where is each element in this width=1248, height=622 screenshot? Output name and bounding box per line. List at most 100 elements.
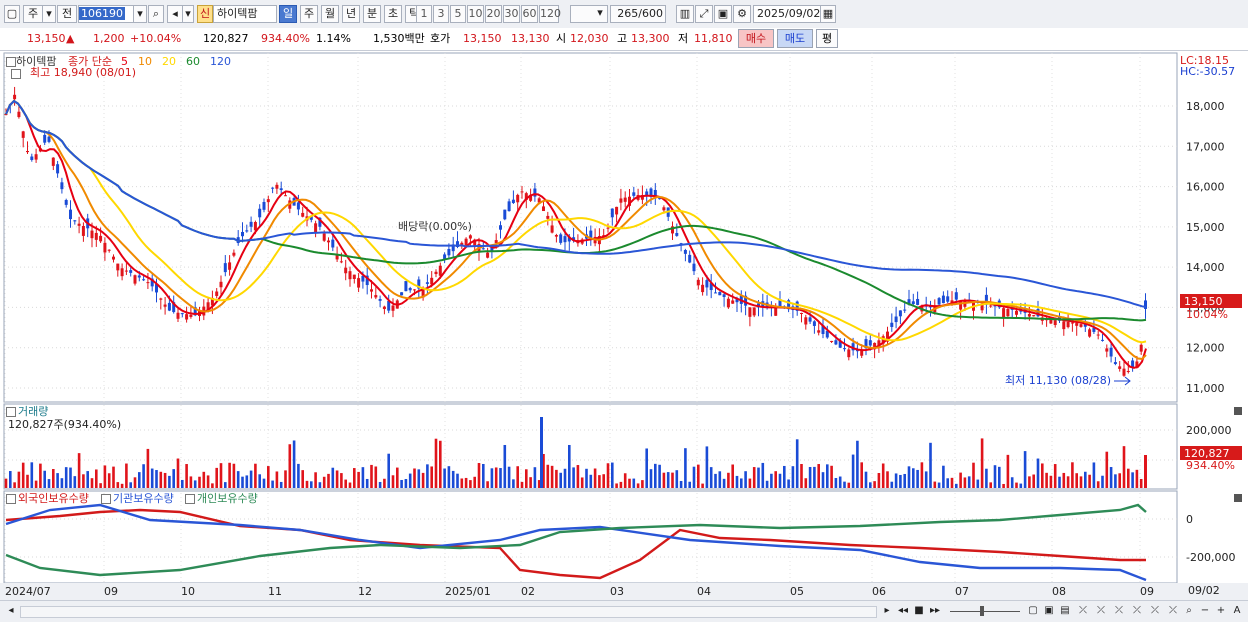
rewind-icon[interactable]: ◂◂ (896, 604, 910, 618)
cross-icon-1[interactable]: ⤫ (1076, 604, 1090, 618)
candle-body (1049, 319, 1053, 324)
bar-chart-icon[interactable]: ▥ (676, 5, 694, 23)
volume-bar (619, 481, 623, 488)
volume-bar (838, 476, 842, 488)
window-menu-icon[interactable]: ▢ (4, 5, 20, 23)
interval-30[interactable]: 30 (503, 5, 520, 23)
speaker-dropdown-icon[interactable]: ▾ (182, 5, 194, 23)
holding-series-checkbox-0[interactable] (6, 494, 16, 504)
stock-name-field[interactable]: 하이텍팜 (213, 5, 277, 23)
code-dropdown-icon[interactable]: ▾ (133, 5, 147, 23)
candle-body (726, 298, 730, 308)
candle-body (284, 195, 287, 197)
zoom-out-icon[interactable]: − (1198, 604, 1212, 618)
sell-button[interactable]: 매도 (777, 29, 813, 48)
stock-chart[interactable]: 18,00017,00016,00015,00014,00013,00012,0… (0, 52, 1248, 600)
bottom-scrollbar[interactable]: ◂ ▸ ◂◂ ■ ▸▸ ▢ ▣ ▤ ⤫ ⤫ ⤫ ⤫ ⤫ ⤫ ⌕ − + A (0, 600, 1248, 622)
scroll-left-icon[interactable]: ◂ (4, 604, 18, 618)
tab-stock[interactable]: 주 (23, 5, 43, 23)
save-icon[interactable]: ▣ (714, 5, 732, 23)
calendar-icon[interactable]: ▦ (820, 5, 836, 23)
volume-bar (9, 471, 12, 488)
candle-body (722, 294, 726, 297)
period-tab-1[interactable]: 주 (300, 5, 318, 23)
copy-icon[interactable]: ▣ (1042, 604, 1056, 618)
candle-body (17, 111, 21, 118)
magnifier-icon[interactable]: ⌕ (1182, 604, 1196, 618)
search-icon[interactable]: ⌕ (148, 5, 164, 23)
candle-body (408, 288, 412, 291)
fast-forward-icon[interactable]: ▸▸ (928, 604, 942, 618)
chevron-down-icon[interactable]: ▾ (42, 5, 56, 23)
zoom-slider-handle[interactable] (980, 606, 984, 616)
volume-bar (770, 473, 773, 488)
holding-series-checkbox-1[interactable] (101, 494, 111, 504)
layout-icon[interactable]: ▢ (1026, 604, 1040, 618)
speaker-icon[interactable]: ◂ (167, 5, 183, 23)
candle-body (1027, 313, 1031, 317)
date-field[interactable]: 2025/09/02 (753, 5, 821, 23)
volume-bar (525, 469, 528, 488)
volume-bar (1023, 451, 1027, 488)
gear-icon[interactable]: ⚙ (733, 5, 751, 23)
volume-bar (1109, 467, 1113, 488)
volume-bar (636, 483, 640, 488)
volume-bar (443, 468, 446, 488)
auto-scale-icon[interactable]: A (1230, 604, 1244, 618)
period-tab-2[interactable]: 월 (321, 5, 339, 23)
stop-icon[interactable]: ■ (912, 604, 926, 618)
candle-body (400, 292, 404, 296)
volume-bar (374, 466, 378, 488)
holding-panel-close-icon[interactable] (1234, 494, 1242, 502)
interval-20[interactable]: 20 (485, 5, 502, 23)
volume-panel-close-icon[interactable] (1234, 407, 1242, 415)
volume-bar (421, 472, 425, 488)
candle-body (1075, 323, 1079, 326)
volume-bar (267, 466, 270, 488)
cross-icon-3[interactable]: ⤫ (1112, 604, 1126, 618)
volume-bar (851, 454, 855, 488)
avg-button[interactable]: 평 (816, 29, 838, 48)
interval-5[interactable]: 5 (450, 5, 466, 23)
trend-icon[interactable]: ⤢ (695, 5, 713, 23)
volume-bar (133, 477, 137, 488)
price-tick: 12,000 (1186, 342, 1225, 355)
zoom-slider-track[interactable] (950, 611, 1020, 612)
cross-icon-6[interactable]: ⤫ (1166, 604, 1180, 618)
tab-prev[interactable]: 전 (57, 5, 77, 23)
zoom-in-icon[interactable]: + (1214, 604, 1228, 618)
volume-bar (705, 446, 709, 488)
price-panel-checkbox[interactable] (6, 57, 16, 67)
cross-icon-5[interactable]: ⤫ (1148, 604, 1162, 618)
volume-bar (26, 474, 29, 488)
window-icon[interactable]: ▤ (1058, 604, 1072, 618)
candle-body (357, 278, 361, 288)
period-tab-5[interactable]: 초 (384, 5, 402, 23)
holding-series-checkbox-2[interactable] (185, 494, 195, 504)
period-tab-4[interactable]: 분 (363, 5, 381, 23)
volume-bar (950, 477, 954, 488)
volume-bar (396, 467, 399, 488)
stock-code-field[interactable]: 106190 (78, 5, 134, 23)
volume-bar (886, 471, 889, 488)
buy-button[interactable]: 매수 (738, 29, 774, 48)
candle-body (279, 188, 283, 191)
scroll-track[interactable] (20, 606, 877, 618)
period-tab-0[interactable]: 일 (279, 5, 297, 23)
cross-icon-2[interactable]: ⤫ (1094, 604, 1108, 618)
interval-10[interactable]: 10 (467, 5, 484, 23)
scroll-right-icon[interactable]: ▸ (880, 604, 894, 618)
interval-60[interactable]: 60 (521, 5, 538, 23)
interval-combo-dropdown-icon[interactable]: ▾ (593, 5, 607, 23)
interval-3[interactable]: 3 (433, 5, 449, 23)
interval-120[interactable]: 120 (539, 5, 561, 23)
volume-bar (168, 475, 171, 488)
interval-1[interactable]: 1 (416, 5, 432, 23)
volume-panel-checkbox[interactable] (6, 407, 16, 417)
candle-body (606, 227, 610, 229)
period-tab-3[interactable]: 년 (342, 5, 360, 23)
volume-bar (985, 468, 988, 488)
cross-icon-4[interactable]: ⤫ (1130, 604, 1144, 618)
data-count-field[interactable]: 265/600 (610, 5, 666, 23)
price-panel-toggle-icon[interactable] (11, 69, 21, 79)
